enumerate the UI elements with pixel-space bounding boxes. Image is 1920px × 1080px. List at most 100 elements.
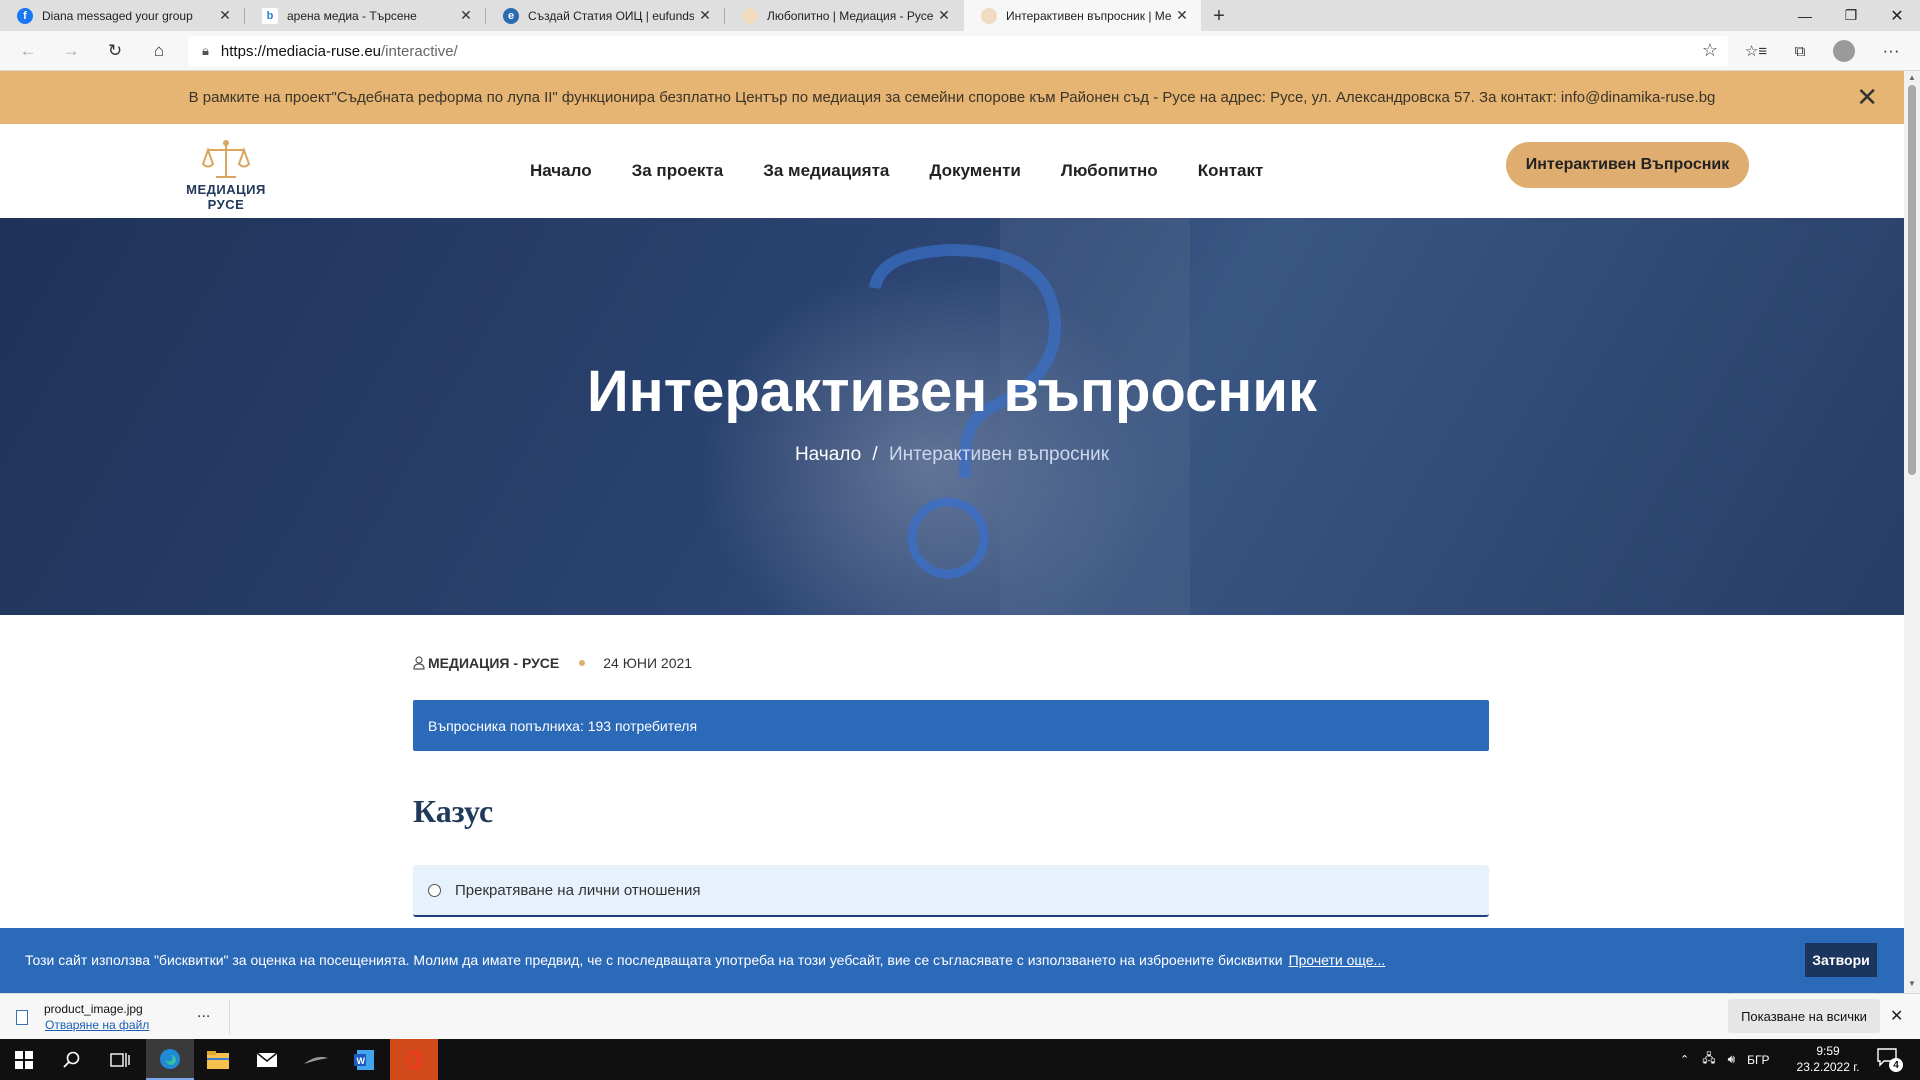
breadcrumb: Начало / Интерактивен въпросник [0,444,1904,466]
clock[interactable]: 9:59 23.2.2022 г. [1793,1043,1863,1075]
notification-center-icon[interactable]: 4 [1876,1047,1904,1073]
nav-home[interactable]: Начало [530,161,592,181]
post-author[interactable]: Медиация - Русе [428,655,559,671]
input-language[interactable]: БГР [1747,1053,1769,1067]
restore-button[interactable]: ❐ [1828,0,1874,31]
clock-date: 23.2.2022 г. [1796,1060,1860,1074]
notification-count-badge: 4 [1889,1058,1903,1072]
browser-tab-active[interactable]: Интерактивен въпросник | Медиация ✕ [964,0,1201,31]
site-scales-icon [981,7,997,24]
read-more-link[interactable]: Прочети още... [1289,952,1386,968]
system-tray: ⌃ 🖧︎ 🔊︎ БГР [1680,1039,1770,1080]
download-file-name: product_image.jpg [44,1002,143,1016]
edge-browser-icon[interactable] [146,1039,194,1080]
new-tab-button[interactable]: + [1206,3,1232,29]
page-scrollbar[interactable]: ▲ ▼ [1904,71,1920,993]
main-nav: Начало За проекта За медиацията Документ… [530,124,1303,218]
refresh-button[interactable]: ↻ [101,37,129,65]
case-option-radio[interactable]: Прекратяване на лични отношения [413,865,1489,917]
back-button[interactable]: ← [14,37,42,65]
office-icon[interactable] [390,1039,438,1080]
post-date: 24 юни 2021 [603,655,693,671]
word-icon[interactable]: W [340,1039,388,1080]
file-explorer-icon[interactable] [194,1039,242,1080]
notice-text: В рамките на проект"Съдебната реформа по… [188,89,1716,106]
scrollbar-thumb[interactable] [1908,85,1916,475]
close-icon[interactable]: ✕ [1856,84,1878,110]
more-menu-icon[interactable]: ··· [1877,37,1905,65]
task-view-icon[interactable] [96,1039,144,1080]
site-header: МЕДИАЦИЯ РУСЕ Начало За проекта За медиа… [0,124,1904,218]
nav-curious[interactable]: Любопитно [1061,161,1158,181]
close-tab-icon[interactable]: ✕ [933,7,955,24]
browser-tab[interactable]: e Създай Статия ОИЦ | eufunds ✕ [486,0,724,31]
app-swoosh-icon[interactable] [292,1039,340,1080]
tray-overflow-icon[interactable]: ⌃ [1680,1053,1689,1066]
favorites-list-icon[interactable]: ☆≡ [1742,37,1770,65]
scroll-up-icon[interactable]: ▲ [1908,73,1916,82]
forward-button[interactable]: → [57,37,85,65]
questionnaire-cta-button[interactable]: Интерактивен Въпросник [1506,142,1749,188]
browser-tab[interactable]: f Diana messaged your group ✕ [0,0,244,31]
cookie-message: Този сайт използва "бисквитки" за оценка… [25,952,1283,968]
lock-icon: 🔒︎ [202,43,209,58]
download-more-button[interactable]: ... [197,1004,210,1022]
nav-contact[interactable]: Контакт [1198,161,1264,181]
tab-title: Diana messaged your group [42,8,193,23]
search-icon[interactable] [48,1039,96,1080]
user-icon [413,656,425,670]
breadcrumb-separator: / [872,444,878,465]
svg-text:W: W [357,1056,366,1066]
browser-tab[interactable]: Любопитно | Медиация - Русе ✕ [725,0,963,31]
url-path: /interactive/ [381,42,458,60]
image-file-icon [16,1010,28,1025]
show-all-downloads-button[interactable]: Показване на всички [1728,999,1880,1033]
breadcrumb-home[interactable]: Начало [795,444,861,465]
address-field[interactable]: 🔒︎ https://mediacia-ruse.eu/interactive/… [188,36,1728,66]
browser-tab[interactable]: b арена медиа - Търсене ✕ [245,0,485,31]
browser-tab-strip: f Diana messaged your group ✕ b арена ме… [0,0,1920,31]
respondent-count-banner: Въпросника попълниха: 193 потребителя [413,700,1489,751]
nav-about-project[interactable]: За проекта [632,161,724,181]
clock-time: 9:59 [1816,1044,1840,1058]
close-downloads-icon[interactable]: ✕ [1890,1006,1903,1026]
favorite-star-icon[interactable]: ☆ [1702,40,1718,61]
close-tab-icon[interactable]: ✕ [694,7,716,24]
minimize-button[interactable]: — [1782,0,1828,31]
page-title: Интерактивен въпросник [586,359,1318,424]
windows-taskbar: W ⌃ 🖧︎ 🔊︎ БГР 9:59 23.2.2022 г. 4 [0,1039,1920,1080]
download-item[interactable]: product_image.jpg Отваряне на файл ... [12,1000,230,1034]
nav-documents[interactable]: Документи [929,161,1021,181]
web-page: В рамките на проект"Съдебната реформа по… [0,71,1904,993]
logo-text: МЕДИАЦИЯ РУСЕ [186,182,266,212]
nav-about-mediation[interactable]: За медиацията [763,161,889,181]
open-file-link[interactable]: Отваряне на файл [45,1018,149,1032]
case-heading: Казус [413,793,494,829]
site-scales-icon [742,7,758,24]
close-window-button[interactable]: ✕ [1874,0,1920,31]
volume-icon[interactable]: 🔊︎ [1728,1052,1736,1067]
close-tab-icon[interactable]: ✕ [214,7,236,24]
meta-separator-dot [579,660,586,666]
collections-icon[interactable]: ⧉ [1786,37,1814,65]
radio-button[interactable] [428,883,441,897]
edge-page-icon: e [503,7,519,24]
site-logo[interactable]: МЕДИАЦИЯ РУСЕ [166,138,286,212]
breadcrumb-current: Интерактивен въпросник [888,444,1110,465]
bing-search-icon: b [262,7,278,24]
tab-title: арена медиа - Търсене [287,8,417,23]
url-host: https://mediacia-ruse.eu [220,42,381,60]
windows-start-icon[interactable] [0,1039,48,1080]
project-notice-bar: В рамките на проект"Съдебната реформа по… [0,71,1904,124]
scroll-down-icon[interactable]: ▼ [1908,979,1916,988]
close-tab-icon[interactable]: ✕ [1171,7,1193,24]
profile-avatar[interactable] [1830,37,1858,65]
cookie-close-button[interactable]: Затвори [1805,943,1877,977]
mail-icon[interactable] [243,1039,291,1080]
post-meta: Медиация - Русе 24 юни 2021 [413,655,692,671]
home-button[interactable]: ⌂ [145,37,173,65]
network-icon[interactable]: 🖧︎ [1702,1049,1715,1070]
close-tab-icon[interactable]: ✕ [455,7,477,24]
downloads-bar: product_image.jpg Отваряне на файл ... П… [0,993,1920,1039]
cookie-banner: Този сайт използва "бисквитки" за оценка… [0,928,1904,993]
